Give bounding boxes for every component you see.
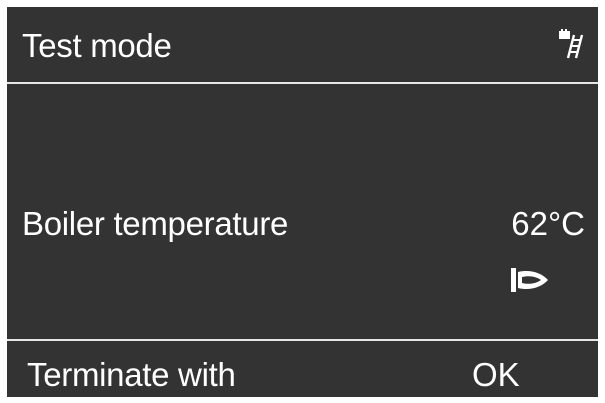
display-screen: Test mode Boiler temperature 62°C Termin… [7,7,598,397]
burner-flame-icon [511,268,548,292]
page-title: Test mode [22,27,172,64]
footer-bar: Terminate with OK [7,339,598,397]
boiler-temperature-label: Boiler temperature [22,205,289,242]
boiler-temperature-value: 62°C [511,205,585,242]
header-bar: Test mode [7,7,598,84]
ok-key-label: OK [472,356,520,393]
terminate-hint-label: Terminate with [27,356,236,393]
chimney-sweep-icon [559,29,584,59]
